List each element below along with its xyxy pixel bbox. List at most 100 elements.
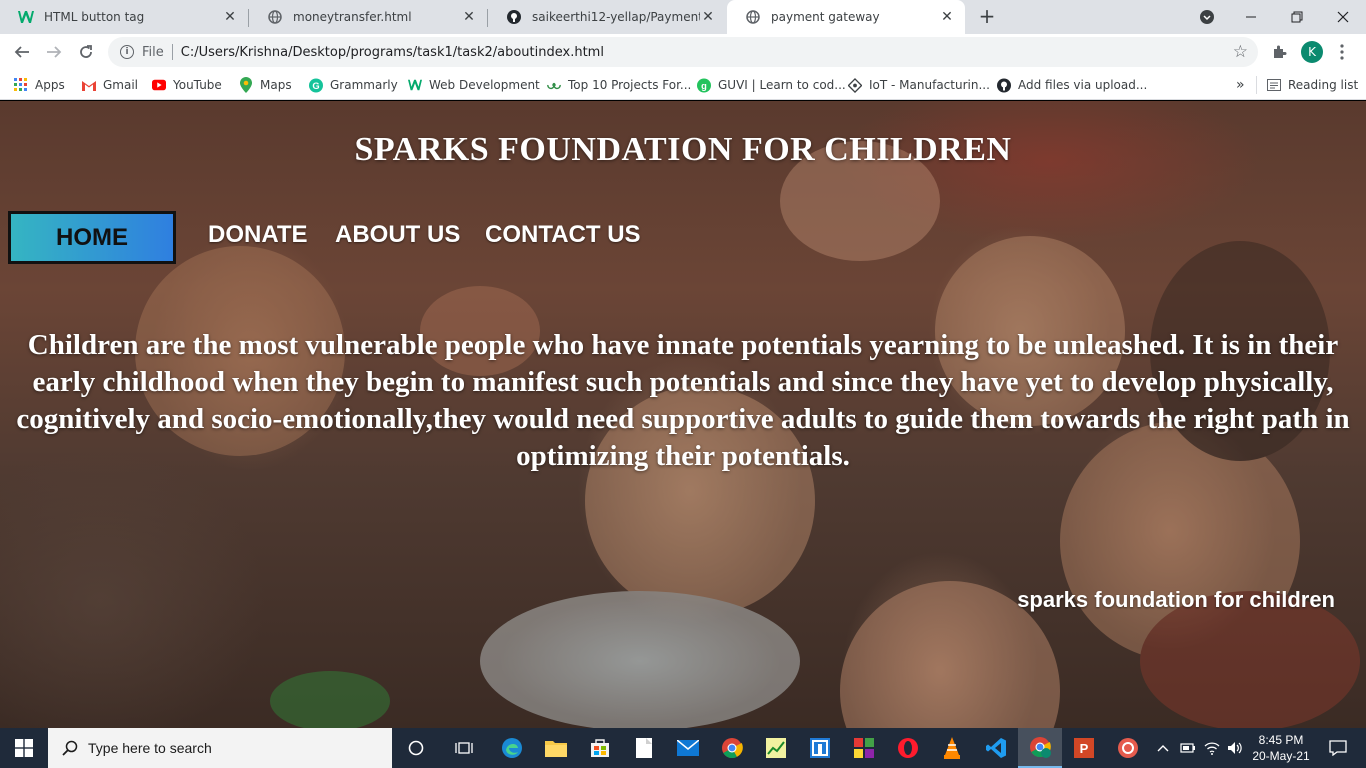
w3schools-icon [408,78,422,92]
volume-icon[interactable] [1224,728,1246,768]
system-clock[interactable]: 8:45 PM 20-May-21 [1248,732,1314,764]
restore-button[interactable] [1274,0,1320,34]
bookmark-add-files[interactable]: Add files via upload... [997,76,1147,94]
reading-list-button[interactable]: Reading list [1267,76,1358,94]
page-viewport: SPARKS FOUNDATION FOR CHILDREN HOME DONA… [0,101,1366,728]
globe-icon [745,9,761,25]
chevron-down-icon [1200,10,1214,24]
info-icon[interactable]: i [120,45,134,59]
address-bar[interactable]: i File C:/Users/Krishna/Desktop/programs… [108,37,1258,67]
youtube-icon [152,78,166,92]
opera-icon[interactable] [886,728,930,768]
bookmarks-divider [1256,76,1257,94]
bookmark-maps[interactable]: Maps [239,76,292,94]
bookmark-label: Gmail [103,78,139,92]
tab-strip: HTML button tag ✕ moneytransfer.html ✕ s… [0,0,1366,34]
bookmarks-overflow-button[interactable]: » [1236,76,1245,94]
gmail-icon [82,78,96,92]
maps-icon [239,77,253,93]
bookmark-web-development[interactable]: Web Development [408,76,540,94]
close-icon[interactable]: ✕ [461,9,477,25]
microsoft-store-icon[interactable] [578,728,622,768]
hero-paragraph: Children are the most vulnerable people … [16,329,1350,472]
nav-donate-link[interactable]: DONATE [208,221,308,249]
tab-search-button[interactable] [1184,0,1230,34]
taskbar-search[interactable]: Type here to search [48,728,392,768]
nav-about-us-link[interactable]: ABOUT US [335,221,460,249]
grammarly-icon: G [309,78,323,92]
bookmark-apps[interactable]: Apps [14,76,65,94]
chrome-profile-active-icon[interactable] [1018,728,1062,768]
kebab-menu-icon[interactable] [1330,40,1354,64]
bookmark-youtube[interactable]: YouTube [152,76,222,94]
tab-title: moneytransfer.html [293,10,412,24]
powerpoint-icon[interactable]: P [1062,728,1106,768]
vlc-icon[interactable] [930,728,974,768]
forward-arrow-icon [47,46,62,58]
reload-icon [80,45,92,58]
nav-home-button[interactable]: HOME [8,211,176,264]
tab-html-button-tag[interactable]: HTML button tag ✕ [0,0,248,34]
svg-text:G: G [312,80,319,90]
bookmark-label: Maps [260,78,292,92]
red-circle-app-icon[interactable] [1106,728,1150,768]
w3schools-icon [18,9,34,25]
sticky-chart-icon[interactable] [754,728,798,768]
bookmark-star-icon[interactable]: ☆ [1233,42,1248,62]
geeks-icon [547,78,561,92]
wifi-icon[interactable] [1202,728,1222,768]
nav-contact-us-link[interactable]: CONTACT US [485,221,641,249]
clock-date: 20-May-21 [1252,749,1310,763]
reload-button[interactable] [72,38,100,66]
close-icon[interactable]: ✕ [700,9,716,25]
bookmark-grammarly[interactable]: G Grammarly [309,76,398,94]
forward-button[interactable] [40,38,68,66]
back-arrow-icon [14,46,29,58]
tray-chevron-up-icon[interactable] [1154,728,1172,768]
extensions-icon[interactable] [1267,40,1291,64]
edge-icon[interactable] [490,728,534,768]
url-text[interactable]: C:/Users/Krishna/Desktop/programs/task1/… [181,45,604,60]
profile-avatar[interactable]: K [1301,41,1323,63]
apps-grid-icon [14,78,28,92]
bookmark-label: Top 10 Projects For... [568,78,692,92]
bracket-app-icon[interactable] [798,728,842,768]
bookmark-label: Apps [35,78,65,92]
close-window-button[interactable] [1320,0,1366,34]
svg-text:P: P [1080,741,1089,756]
colorful-grid-icon[interactable] [842,728,886,768]
file-explorer-icon[interactable] [534,728,578,768]
bookmarks-bar: Apps Gmail YouTube Maps G Grammarly Web … [0,70,1366,100]
minimize-button[interactable] [1228,0,1274,34]
close-icon[interactable]: ✕ [939,9,955,25]
bookmark-label: Grammarly [330,78,398,92]
bookmark-top-10-projects[interactable]: Top 10 Projects For... [547,76,691,94]
notepad-icon[interactable] [622,728,666,768]
bookmark-label: IoT - Manufacturin... [869,78,990,92]
back-button[interactable] [8,38,36,66]
footer-tagline: sparks foundation for children [1017,587,1335,612]
tab-payment-gateway[interactable]: payment gateway ✕ [727,0,965,34]
windows-taskbar: Type here to search P 8:45 PM 20-May-21 [0,728,1366,768]
new-tab-button[interactable]: + [976,6,998,28]
reading-list-icon [1267,78,1281,92]
tab-title: payment gateway [771,10,880,24]
windows-logo-icon [15,739,33,757]
tab-github-payment[interactable]: saikeerthi12-yellap/Payment-gat ✕ [488,0,726,34]
vscode-icon[interactable] [974,728,1018,768]
reading-list-label: Reading list [1288,78,1359,92]
bookmark-guvi[interactable]: g GUVI | Learn to cod... [697,76,846,94]
cortana-icon[interactable] [394,728,438,768]
mail-icon[interactable] [666,728,710,768]
chrome-icon[interactable] [710,728,754,768]
bookmark-iot[interactable]: IoT - Manufacturin... [848,76,990,94]
start-button[interactable] [0,728,48,768]
battery-icon[interactable] [1178,728,1198,768]
bookmark-gmail[interactable]: Gmail [82,76,138,94]
close-icon[interactable]: ✕ [222,9,238,25]
bookmark-label: Web Development [429,78,540,92]
task-view-icon[interactable] [442,728,486,768]
tab-moneytransfer[interactable]: moneytransfer.html ✕ [249,0,487,34]
notification-center-icon[interactable] [1318,728,1358,768]
bookmark-label: GUVI | Learn to cod... [718,78,846,92]
